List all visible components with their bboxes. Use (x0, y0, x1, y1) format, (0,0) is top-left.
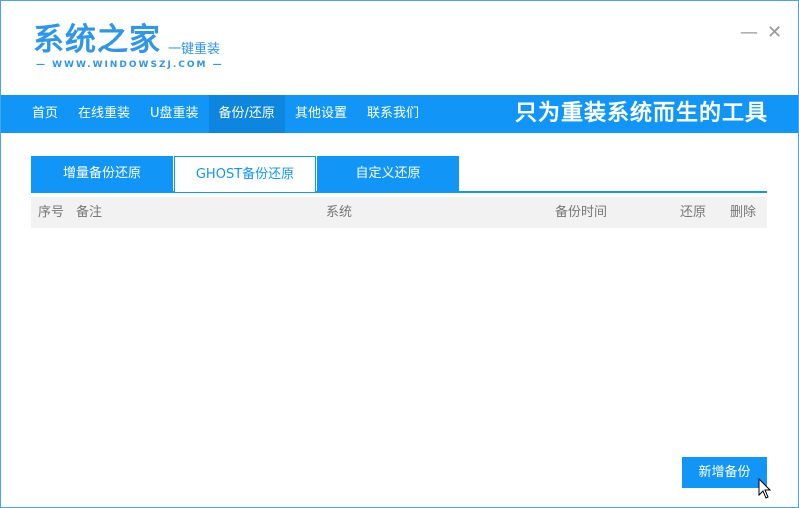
mouse-cursor-icon (758, 478, 772, 499)
logo-title: 系统之家 (33, 22, 161, 58)
logo-url: — WWW.WINDOWSZJ.COM — (36, 60, 224, 70)
slogan: 只为重装系统而生的工具 (514, 101, 768, 126)
col-index: 序号 (38, 205, 65, 220)
main-nav: 首页 在线重装 U盘重装 备份/还原 其他设置 联系我们 只为重装系统而生的工具 (1, 95, 798, 133)
col-system: 系统 (326, 205, 353, 220)
logo-subtitle: 一键重装 (168, 42, 221, 57)
nav-other-settings[interactable]: 其他设置 (285, 95, 357, 133)
tab-bar: 增量备份还原 GHOST备份还原 自定义还原 (31, 156, 767, 193)
nav-contact[interactable]: 联系我们 (357, 95, 429, 133)
logo: 系统之家 一键重装 — WWW.WINDOWSZJ.COM — (33, 22, 222, 70)
nav-home[interactable]: 首页 (1, 95, 68, 133)
new-backup-button[interactable]: 新增备份 (682, 457, 767, 488)
close-button[interactable]: ✕ (767, 22, 782, 43)
col-delete: 删除 (730, 205, 757, 220)
col-backup-time: 备份时间 (555, 205, 608, 220)
nav-online-reinstall[interactable]: 在线重装 (68, 95, 140, 133)
table-header: 序号 备注 系统 备份时间 还原 删除 (31, 197, 767, 228)
app-window (0, 0, 799, 508)
col-note: 备注 (76, 205, 103, 220)
tab-incremental[interactable]: 增量备份还原 (31, 156, 173, 192)
nav-backup-restore[interactable]: 备份/还原 (208, 95, 285, 133)
tab-custom-restore[interactable]: 自定义还原 (317, 156, 459, 192)
nav-usb-reinstall[interactable]: U盘重装 (140, 95, 209, 133)
col-restore: 还原 (680, 205, 707, 220)
tab-ghost[interactable]: GHOST备份还原 (174, 156, 316, 192)
minimize-button[interactable]: — (740, 22, 758, 43)
